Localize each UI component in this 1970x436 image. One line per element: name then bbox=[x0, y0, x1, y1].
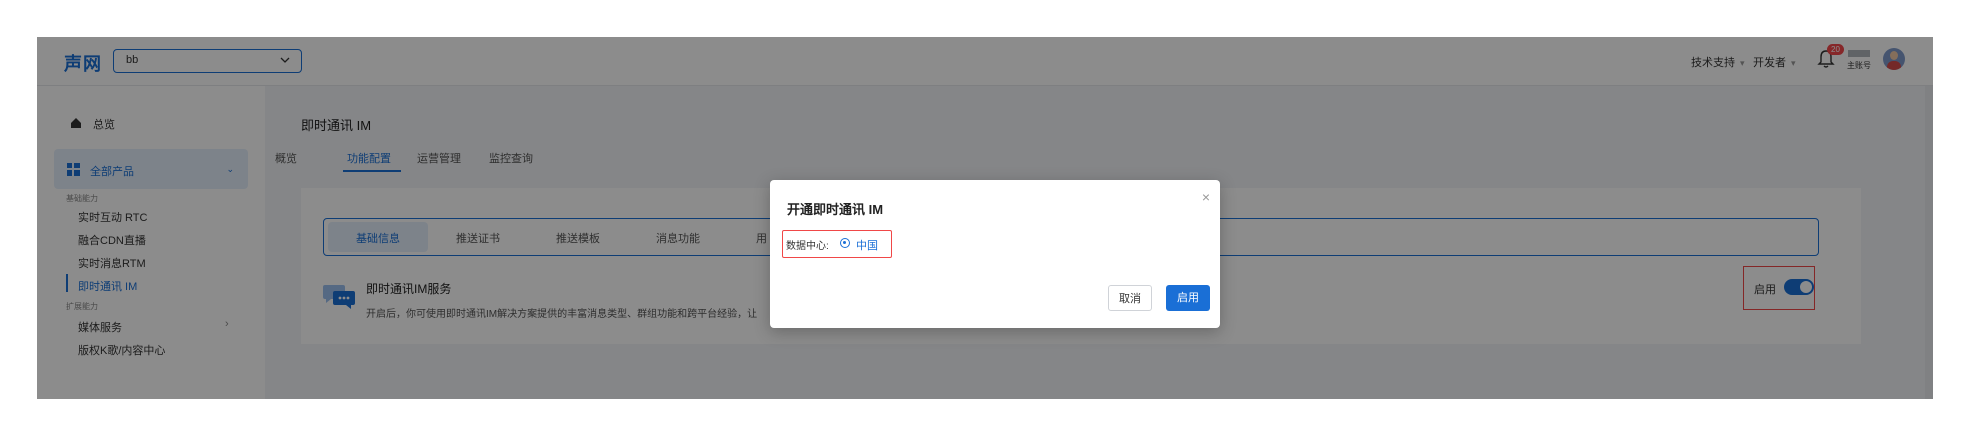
enable-im-dialog: 开通即时通讯 IM × 数据中心: 中国 取消 启用 bbox=[770, 180, 1220, 328]
cancel-button[interactable]: 取消 bbox=[1108, 285, 1152, 311]
datacenter-label: 数据中心: bbox=[786, 241, 829, 252]
datacenter-radio-china[interactable] bbox=[840, 238, 850, 248]
enable-button[interactable]: 启用 bbox=[1166, 285, 1210, 311]
close-icon[interactable]: × bbox=[1202, 189, 1210, 205]
datacenter-option-label[interactable]: 中国 bbox=[856, 237, 878, 253]
dialog-title: 开通即时通讯 IM bbox=[787, 202, 884, 217]
